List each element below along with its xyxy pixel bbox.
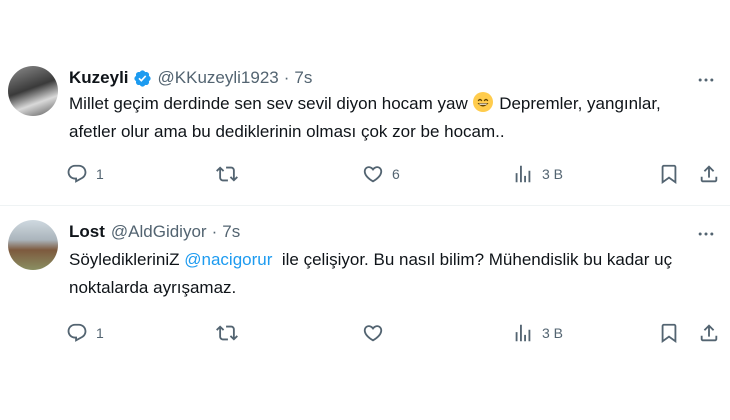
action-bar: 1 3 B [66,319,722,347]
like-count: 6 [392,166,400,182]
like-button[interactable]: 6 [362,160,400,188]
author-handle[interactable]: @AldGidiyor [111,222,207,242]
like-icon [363,325,383,342]
share-button[interactable] [698,319,720,347]
separator: · [283,68,290,87]
action-bar: 1 6 3 B [66,160,722,188]
separator: · [211,222,218,241]
bookmark-button[interactable] [658,160,680,188]
reply-button[interactable]: 1 [66,319,104,347]
tweet-text: SöyledikleriniZ @nacigorur ile çelişiyor… [69,246,709,302]
tweet-header: Kuzeyli @KKuzeyli1923 · 7s [69,66,312,90]
retweet-icon [216,166,238,182]
reply-count: 1 [96,325,104,341]
share-icon [700,165,718,183]
reply-count: 1 [96,166,104,182]
bookmark-button[interactable] [658,319,680,347]
retweet-button[interactable] [216,319,246,347]
grinning-face-emoji-icon [472,91,494,113]
views-icon [515,324,531,342]
views-button[interactable]: 3 B [512,160,563,188]
tweet-header: Lost @AldGidiyor · 7s [69,220,240,244]
like-button[interactable] [362,319,392,347]
retweet-button[interactable] [216,160,246,188]
avatar[interactable] [8,220,58,270]
tweet-text-part: SöyledikleriniZ [69,250,185,269]
author-name[interactable]: Lost [69,222,105,242]
view-count: 3 B [542,166,564,182]
mention-link[interactable]: @nacigorur [184,250,272,269]
avatar[interactable] [8,66,58,116]
bookmark-icon [661,164,677,185]
reply-icon [67,164,87,183]
timestamp[interactable]: 7s [294,68,312,88]
like-icon [363,166,383,183]
verified-badge-icon[interactable] [133,69,152,88]
share-button[interactable] [698,160,720,188]
retweet-icon [216,325,238,341]
more-icon[interactable] [694,68,718,92]
reply-button[interactable]: 1 [66,160,104,188]
bookmark-icon [661,323,677,344]
tweet[interactable]: Lost @AldGidiyor · 7s SöyledikleriniZ @n… [0,206,730,356]
author-name[interactable]: Kuzeyli [69,68,129,88]
tweet-text: Millet geçim derdinde sen sev sevil diyo… [69,90,709,146]
view-count: 3 B [542,325,564,341]
more-icon[interactable] [694,222,718,246]
author-handle[interactable]: @KKuzeyli1923 [158,68,279,88]
tweet[interactable]: Kuzeyli @KKuzeyli1923 · 7s Millet geçim … [0,0,730,205]
views-icon [515,165,531,183]
tweet-text-part: Millet geçim derdinde sen sev sevil diyo… [69,94,473,113]
reply-icon [67,323,87,342]
views-button[interactable]: 3 B [512,319,563,347]
share-icon [700,324,718,342]
timestamp[interactable]: 7s [222,222,240,242]
